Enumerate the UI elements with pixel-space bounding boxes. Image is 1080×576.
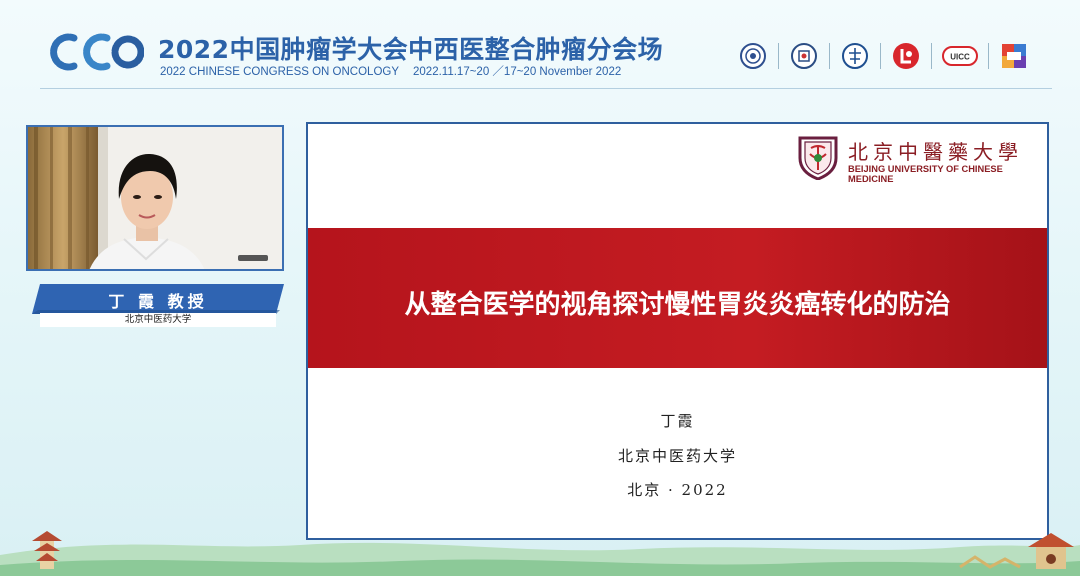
university-name-cn: 北京中醫藥大學 — [848, 140, 1023, 164]
separator — [880, 43, 881, 69]
university-emblem-icon — [798, 136, 838, 180]
uicc-icon: UICC — [942, 41, 978, 71]
cacc-icon — [999, 41, 1029, 71]
university-name-en: BEIJING UNIVERSITY OF CHINESE MEDICINE — [848, 164, 1003, 184]
conference-date: 2022.11.17~20 ／17~20 November 2022 — [413, 66, 622, 78]
sponsor-logos: UICC — [738, 38, 1029, 74]
bottom-scenery-decoration — [0, 531, 1080, 576]
conference-header: 2022中国肿瘤学大会中西医整合肿瘤分会场 2022 CHINESE CONGR… — [0, 0, 1080, 92]
speaker-video-frame — [28, 127, 282, 269]
seal-icon-1 — [738, 41, 768, 71]
speaker-affiliation: 北京中医药大学 — [124, 314, 192, 325]
cco-logo-icon — [50, 33, 144, 71]
presentation-slide: 北京中醫藥大學 BEIJING UNIVERSITY OF CHINESE ME… — [306, 122, 1049, 540]
slide-place-year: 北京 · 2022 — [627, 481, 728, 499]
uicc-badge-text: UICC — [950, 53, 970, 62]
speaker-name: 丁 霞 教授 — [108, 292, 208, 311]
separator — [778, 43, 779, 69]
header-divider — [40, 88, 1052, 89]
separator — [988, 43, 989, 69]
red-circle-icon — [891, 41, 921, 71]
seal-icon-3 — [840, 41, 870, 71]
slide-title: 从整合医学的视角探讨慢性胃炎炎癌转化的防治 — [404, 290, 951, 320]
slide-author: 丁霞 — [660, 412, 695, 430]
separator — [931, 43, 932, 69]
conference-subtitle: 2022 CHINESE CONGRESS ON ONCOLOGY 2022.11… — [160, 63, 621, 79]
speaker-video — [26, 125, 284, 271]
seal-icon-2 — [789, 41, 819, 71]
conference-title: 2022中国肿瘤学大会中西医整合肿瘤分会场 — [158, 35, 664, 64]
conference-subtitle-en: 2022 CHINESE CONGRESS ON ONCOLOGY — [160, 66, 400, 78]
separator — [829, 43, 830, 69]
slide-institution: 北京中医药大学 — [617, 447, 737, 465]
